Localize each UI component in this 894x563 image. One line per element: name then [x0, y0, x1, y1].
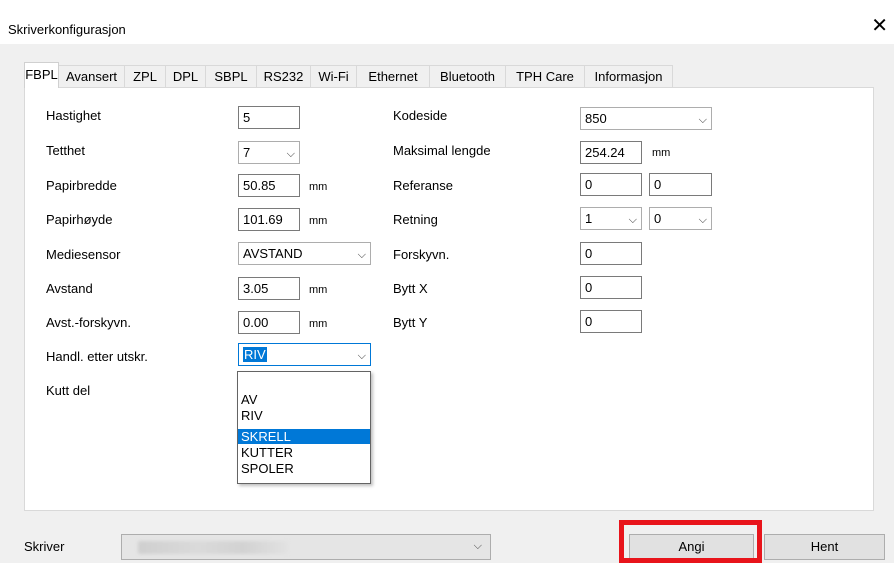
- chevron-down-icon: ⌵: [357, 249, 366, 261]
- hastighet-field[interactable]: 5: [238, 106, 300, 129]
- forskyvn-field[interactable]: 0: [580, 242, 642, 265]
- kodeside-label: Kodeside: [393, 108, 448, 123]
- tab-dpl[interactable]: DPL: [165, 65, 206, 87]
- tab-wifi[interactable]: Wi-Fi: [310, 65, 357, 87]
- avstand-label: Avstand: [46, 281, 93, 296]
- forskyvn-label: Forskyvn.: [393, 247, 450, 262]
- mediesensor-select[interactable]: AVSTAND ⌵: [238, 242, 371, 265]
- chevron-down-icon: ⌵: [286, 148, 295, 160]
- referanse-y-field[interactable]: 0: [649, 173, 712, 196]
- chevron-down-icon: ⌵: [698, 214, 707, 226]
- papirbredde-field[interactable]: 50.85: [238, 174, 300, 197]
- tetthet-select[interactable]: 7 ⌵: [238, 141, 300, 164]
- kodeside-value: 850: [585, 111, 607, 126]
- retning-label: Retning: [393, 212, 438, 227]
- avstand-unit: mm: [309, 284, 328, 296]
- maksimal-lengde-unit: mm: [652, 147, 671, 159]
- dropdown-option-skrell[interactable]: SKRELL: [238, 429, 370, 444]
- chevron-down-icon: ⌵: [628, 214, 637, 226]
- papirhoyde-unit: mm: [309, 215, 328, 227]
- retning-select-1[interactable]: 1 ⌵: [580, 207, 642, 230]
- tab-avansert[interactable]: Avansert: [58, 65, 125, 87]
- close-icon[interactable]: ✕: [871, 16, 888, 36]
- referanse-x-field[interactable]: 0: [580, 173, 642, 196]
- tab-tph-care[interactable]: TPH Care: [505, 65, 585, 87]
- dropdown-option-av[interactable]: AV: [238, 392, 370, 407]
- mediesensor-label: Mediesensor: [46, 247, 121, 262]
- handl-etter-utskr-select[interactable]: RIV ⌵: [238, 343, 371, 366]
- maksimal-lengde-field[interactable]: 254.24: [580, 141, 642, 164]
- tab-sbpl[interactable]: SBPL: [205, 65, 257, 87]
- dropdown-option-riv[interactable]: RIV: [238, 408, 370, 423]
- chevron-down-icon: ⌵: [473, 540, 482, 552]
- papirhoyde-label: Papirhøyde: [46, 212, 113, 227]
- dropdown-option-spoler[interactable]: SPOLER: [238, 461, 370, 476]
- handl-value: RIV: [243, 347, 267, 362]
- kutt-del-label: Kutt del: [46, 383, 91, 398]
- papirhoyde-field[interactable]: 101.69: [238, 208, 300, 231]
- referanse-label: Referanse: [393, 178, 453, 193]
- skriver-label: Skriver: [24, 539, 65, 554]
- chevron-down-icon: ⌵: [357, 350, 366, 362]
- window-title: Skriverkonfigurasjon: [8, 22, 126, 37]
- avstand-field[interactable]: 3.05: [238, 277, 300, 300]
- retning-select-2[interactable]: 0 ⌵: [649, 207, 712, 230]
- tab-rs232[interactable]: RS232: [256, 65, 311, 87]
- avst-forskyvn-unit: mm: [309, 318, 328, 330]
- hastighet-label: Hastighet: [46, 108, 101, 123]
- papirbredde-label: Papirbredde: [46, 178, 117, 193]
- mediesensor-value: AVSTAND: [243, 246, 303, 261]
- maksimal-lengde-label: Maksimal lengde: [393, 143, 491, 158]
- dropdown-option-empty[interactable]: [238, 377, 370, 392]
- tab-informasjon[interactable]: Informasjon: [584, 65, 673, 87]
- hent-button[interactable]: Hent: [764, 534, 885, 560]
- avst-forskyvn-label: Avst.-forskyvn.: [46, 315, 132, 330]
- printer-name-redacted: [138, 541, 288, 554]
- avst-forskyvn-field[interactable]: 0.00: [238, 311, 300, 334]
- retning-value-1: 1: [585, 211, 593, 226]
- tetthet-value: 7: [243, 145, 251, 160]
- tab-bluetooth[interactable]: Bluetooth: [429, 65, 506, 87]
- tetthet-label: Tetthet: [46, 143, 86, 158]
- angi-button[interactable]: Angi: [629, 534, 754, 560]
- bytt-x-field[interactable]: 0: [580, 276, 642, 299]
- retning-value-2: 0: [654, 211, 662, 226]
- tab-zpl[interactable]: ZPL: [124, 65, 166, 87]
- dropdown-option-kutter[interactable]: KUTTER: [238, 445, 370, 460]
- bytt-y-field[interactable]: 0: [580, 310, 642, 333]
- handl-etter-utskr-label: Handl. etter utskr.: [46, 349, 148, 364]
- kodeside-select[interactable]: 850 ⌵: [580, 107, 712, 130]
- chevron-down-icon: ⌵: [698, 114, 707, 126]
- handl-dropdown-list: AV RIV SKRELL KUTTER SPOLER: [237, 371, 371, 484]
- bytt-x-label: Bytt X: [393, 281, 428, 296]
- tab-fbpl[interactable]: FBPL: [24, 62, 59, 88]
- title-bar: Skriverkonfigurasjon ✕: [0, 0, 894, 44]
- bytt-y-label: Bytt Y: [393, 315, 428, 330]
- papirbredde-unit: mm: [309, 181, 328, 193]
- printer-select[interactable]: ⌵: [121, 534, 491, 560]
- tab-ethernet[interactable]: Ethernet: [356, 65, 430, 87]
